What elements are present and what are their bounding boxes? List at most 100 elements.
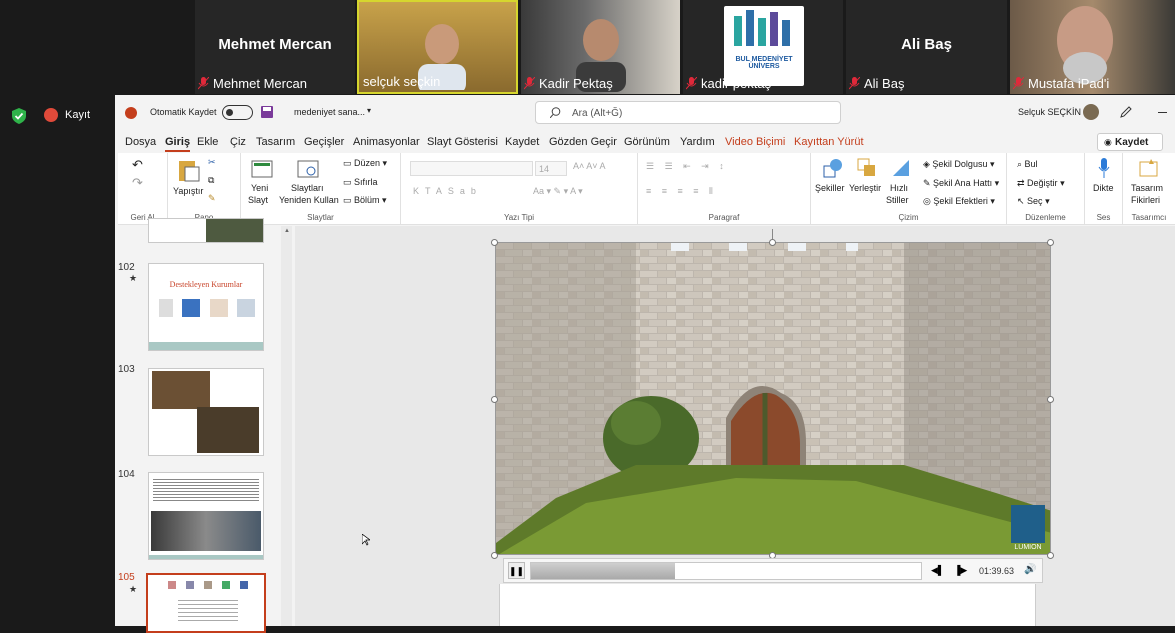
select-button[interactable]: ↖ Seç ▾ — [1017, 196, 1050, 207]
tab-animasyonlar[interactable]: Animasyonlar — [353, 136, 420, 148]
thumbnail-scrollbar[interactable]: ▲ — [281, 226, 292, 626]
participant-tile-active[interactable]: selçuk seçkin — [357, 0, 518, 94]
tab-ekle[interactable]: Ekle — [197, 136, 218, 148]
participant-tile[interactable]: Kadir Pektaş — [521, 0, 680, 94]
align-buttons[interactable]: ≡ ≡ ≡ ≡ ⫴ — [646, 186, 717, 197]
slide-title: Destekleyen Kurumlar — [169, 280, 243, 289]
font-size-box[interactable]: 14 — [535, 161, 567, 176]
shapes-label[interactable]: Şekiller — [815, 183, 845, 193]
participant-name: kadir pektaş — [701, 76, 772, 91]
rewind-button[interactable]: ◀▌ — [931, 565, 944, 576]
tab-gecisler[interactable]: Geçişler — [304, 136, 344, 148]
pause-button[interactable]: ❚❚ — [508, 562, 525, 579]
dictate-label[interactable]: Dikte — [1093, 183, 1114, 193]
slide-thumbnail[interactable] — [148, 368, 264, 456]
slide-thumbnail[interactable] — [148, 472, 264, 560]
reset-button[interactable]: ▭ Sıfırla — [343, 177, 378, 188]
designer-label-2: Fikirleri — [1131, 195, 1160, 205]
designer-label[interactable]: Tasarım — [1131, 183, 1163, 193]
font-name-box[interactable] — [410, 161, 533, 176]
search-box[interactable]: Ara (Alt+Ğ) — [535, 101, 841, 124]
slide-thumbnail-selected[interactable] — [146, 573, 266, 633]
undo-icon[interactable]: ↶ — [132, 157, 143, 173]
slide-thumbnail[interactable] — [148, 218, 264, 243]
tab-tasarim[interactable]: Tasarım — [256, 136, 295, 148]
resize-handle[interactable] — [769, 239, 776, 246]
file-name[interactable]: medeniyet sana... — [294, 107, 365, 117]
resize-handle[interactable] — [1047, 396, 1054, 403]
group-label-drawing: Çizim — [898, 213, 919, 222]
tab-yardim[interactable]: Yardım — [680, 136, 715, 148]
participant-tile[interactable]: Mustafa iPad'i — [1010, 0, 1175, 94]
layout-button[interactable]: ▭ Düzen ▾ — [343, 158, 387, 169]
rotate-handle[interactable] — [772, 229, 773, 239]
font-size-buttons[interactable]: A˄ A˅ A — [573, 161, 606, 171]
pen-icon[interactable] — [1120, 106, 1132, 118]
shapes-icon[interactable] — [823, 158, 843, 178]
group-paragraph: ☰ ☰ ⇤ ⇥ ↕ ≡ ≡ ≡ ≡ ⫴ Paragraf — [638, 153, 811, 225]
video-watermark: LUMION — [1014, 544, 1041, 551]
tab-slayt-gosterisi[interactable]: Slayt Gösterisi — [427, 136, 498, 148]
tab-giris[interactable]: Giriş — [165, 136, 191, 152]
quick-styles-label[interactable]: Hızlı — [890, 183, 908, 193]
resize-handle[interactable] — [491, 396, 498, 403]
tab-gozden-gecir[interactable]: Gözden Geçir — [549, 136, 617, 148]
video-frame[interactable]: LUMION — [495, 242, 1051, 555]
paste-icon[interactable] — [178, 158, 200, 182]
quick-styles-icon[interactable] — [891, 158, 911, 178]
format-painter-icon[interactable]: ✎ — [208, 193, 216, 204]
video-progress-track[interactable] — [530, 562, 922, 580]
reuse-slides-icon[interactable] — [297, 158, 319, 178]
group-clipboard: Yapıştır ✂ ⧉ ✎ Pano — [168, 153, 241, 225]
chevron-down-icon[interactable]: ▾ — [367, 106, 371, 115]
security-shield-icon[interactable] — [12, 108, 26, 124]
record-label[interactable]: Kayıt — [65, 109, 90, 121]
list-buttons[interactable]: ☰ ☰ ⇤ ⇥ ↕ — [646, 161, 728, 172]
slide-thumbnail[interactable]: Destekleyen Kurumlar — [148, 263, 264, 351]
tab-kayittan-yurut[interactable]: Kayıttan Yürüt — [794, 136, 864, 148]
slide-number: 103 — [118, 364, 135, 375]
tab-kaydet[interactable]: Kaydet — [505, 136, 539, 148]
tab-gorunum[interactable]: Görünüm — [624, 136, 670, 148]
zoom-status-bar: Kayıt — [0, 95, 115, 626]
autosave-toggle[interactable] — [222, 105, 253, 120]
save-icon[interactable] — [261, 106, 273, 118]
paste-label[interactable]: Yapıştır — [173, 186, 203, 196]
arrange-label[interactable]: Yerleştir — [849, 183, 881, 193]
find-button[interactable]: ⌕ Bul — [1017, 159, 1038, 170]
replace-button[interactable]: ⇄ Değiştir ▾ — [1017, 178, 1065, 189]
resize-handle[interactable] — [1047, 239, 1054, 246]
new-slide-label[interactable]: Yeni — [251, 183, 268, 193]
microphone-icon[interactable] — [1098, 158, 1110, 180]
participant-tile[interactable]: Mehmet Mercan Mehmet Mercan — [195, 0, 355, 94]
save-button[interactable]: ◉ Kaydet — [1097, 133, 1163, 151]
designer-icon[interactable] — [1139, 158, 1159, 178]
cut-icon[interactable]: ✂ — [208, 157, 216, 168]
redo-icon[interactable]: ↷ — [132, 175, 143, 191]
new-slide-icon[interactable] — [251, 158, 273, 178]
resize-handle[interactable] — [491, 239, 498, 246]
shape-outline-button[interactable]: ✎ Şekil Ana Hattı ▾ — [923, 178, 999, 189]
section-button[interactable]: ▭ Bölüm ▾ — [343, 195, 387, 206]
font-format-buttons[interactable]: KTASab — [413, 186, 482, 196]
volume-icon[interactable]: 🔊 — [1024, 564, 1036, 575]
minimize-icon[interactable] — [1158, 112, 1167, 113]
tab-video-bicimi[interactable]: Video Biçimi — [725, 136, 785, 148]
group-label-paragraph: Paragraf — [708, 213, 740, 222]
font-color-buttons[interactable]: Aa ▾ ✎ ▾ A ▾ — [533, 186, 583, 197]
resize-handle[interactable] — [491, 552, 498, 559]
copy-icon[interactable]: ⧉ — [208, 175, 214, 186]
participant-tile[interactable]: BUL MEDENİYET ÜNİVERS kadir pektaş — [683, 0, 843, 94]
shape-fill-button[interactable]: ◈ Şekil Dolgusu ▾ — [923, 159, 994, 170]
arrange-icon[interactable] — [857, 158, 877, 178]
avatar[interactable] — [1083, 104, 1099, 120]
reuse-slides-label[interactable]: Slaytları — [291, 183, 324, 193]
shape-effects-button[interactable]: ◎ Şekil Efektleri ▾ — [923, 196, 995, 207]
tab-dosya[interactable]: Dosya — [125, 136, 156, 148]
user-name[interactable]: Selçuk SEÇKİN — [1018, 107, 1081, 117]
tab-ciz[interactable]: Çiz — [230, 136, 246, 148]
forward-button[interactable]: ▐▶ — [954, 565, 967, 576]
participant-tile[interactable]: Ali Baş Ali Baş — [846, 0, 1007, 94]
resize-handle[interactable] — [1047, 552, 1054, 559]
quick-styles-label-2: Stiller — [886, 195, 909, 205]
